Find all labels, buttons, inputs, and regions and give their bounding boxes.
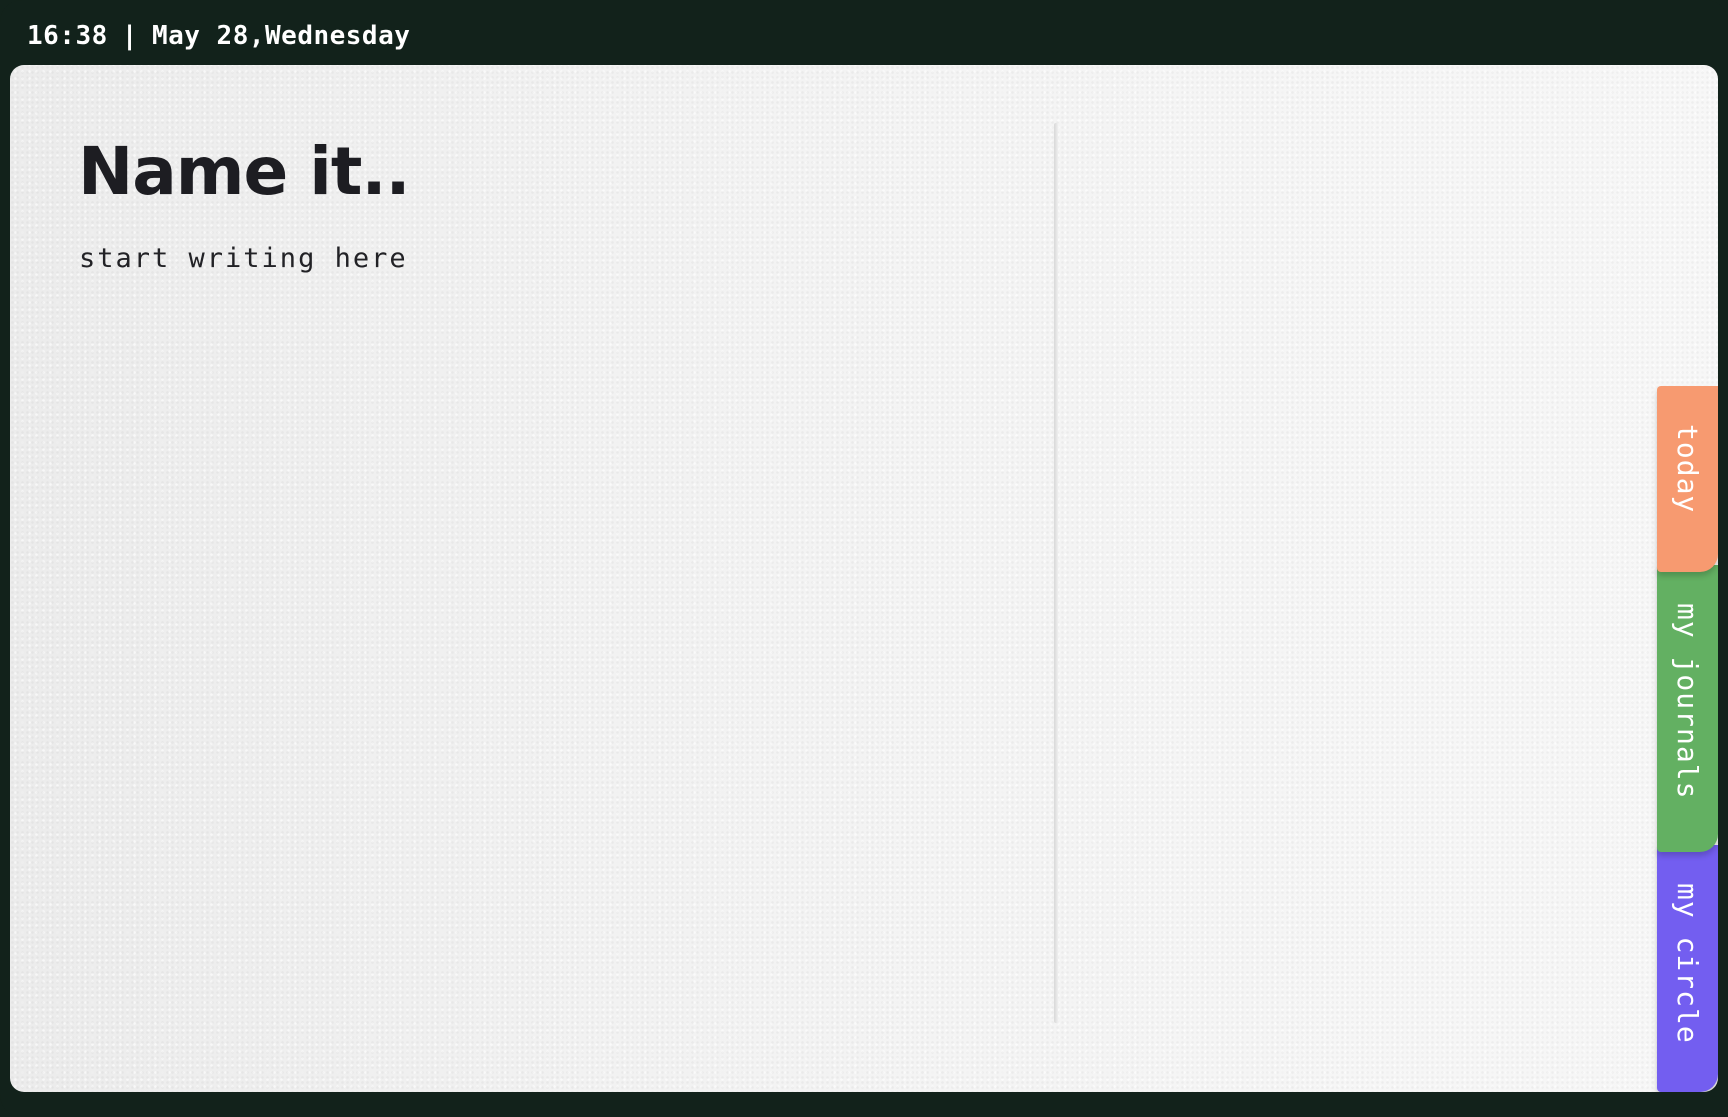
entry-body-input[interactable]: start writing here bbox=[79, 243, 408, 274]
tab-my-journals-label: my journals bbox=[1671, 603, 1704, 800]
current-date: May 28,Wednesday bbox=[151, 21, 411, 51]
tab-my-circle-label: my circle bbox=[1671, 883, 1704, 1044]
app-window: 16:38 | May 28,Wednesday Name it.. start w… bbox=[0, 0, 1728, 1117]
tab-my-journals[interactable]: my journals bbox=[1657, 565, 1718, 852]
status-separator: | bbox=[121, 21, 138, 51]
tab-today[interactable]: today bbox=[1657, 386, 1718, 572]
status-bar: 16:38 | May 28,Wednesday bbox=[27, 18, 410, 54]
entry-title-input[interactable]: Name it.. bbox=[78, 139, 411, 205]
tab-my-circle[interactable]: my circle bbox=[1657, 845, 1718, 1092]
page-spine-divider bbox=[1054, 123, 1058, 1023]
clock-time: 16:38 bbox=[27, 21, 108, 51]
tab-today-label: today bbox=[1671, 424, 1704, 514]
journal-page: Name it.. start writing here today my jo… bbox=[10, 65, 1718, 1092]
